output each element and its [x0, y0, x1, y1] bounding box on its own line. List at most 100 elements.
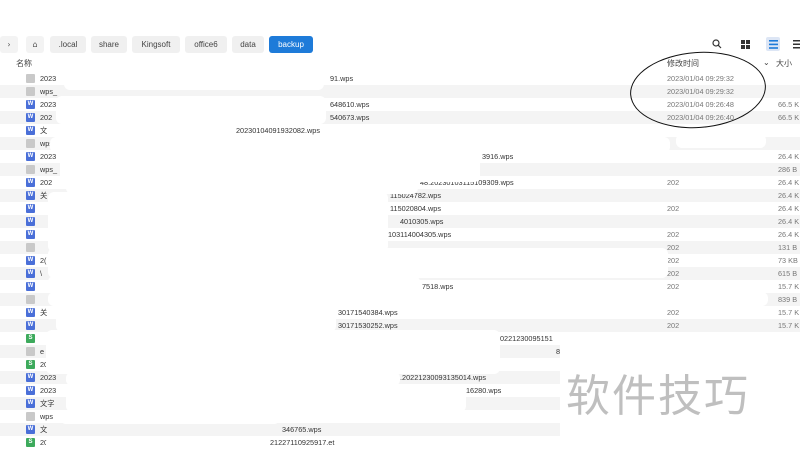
wps-document-icon: W: [26, 256, 35, 265]
modified-date: 202: [667, 204, 680, 213]
list-view-icon[interactable]: [766, 37, 780, 51]
file-size: 26.4 K: [778, 191, 800, 200]
wps-document-icon: W: [26, 204, 35, 213]
file-name-fragment: 346765.wps: [282, 425, 322, 434]
size-column-header[interactable]: 大小: [776, 58, 792, 69]
wps-document-icon: W: [26, 282, 35, 291]
file-name-fragment: 16280.wps: [466, 386, 502, 395]
file-icon: [26, 243, 35, 252]
wps-document-icon: W: [26, 425, 35, 434]
file-size: 66.5 K: [778, 100, 800, 109]
redaction: [64, 72, 324, 90]
file-name-fragment: 115020804.wps: [390, 204, 441, 213]
file-name: wps_: [40, 87, 58, 96]
file-name: 2(: [40, 256, 47, 265]
file-name: 文: [40, 126, 48, 135]
file-size: 15.7 K: [778, 321, 800, 330]
file-size: 131 B: [778, 243, 798, 252]
file-icon: [26, 295, 35, 304]
wps-document-icon: W: [26, 373, 35, 382]
wps-document-icon: W: [26, 321, 35, 330]
file-name-fragment: 0221230095151: [500, 334, 553, 343]
file-name: wps: [40, 412, 53, 421]
watermark-text: 软件技巧: [566, 371, 750, 422]
file-size: 15.7 K: [778, 308, 800, 317]
file-name: wps_: [40, 165, 58, 174]
home-icon[interactable]: ⌂: [26, 36, 44, 53]
file-size: 15.7 K: [778, 282, 800, 291]
modified-date: 202: [667, 269, 680, 278]
file-name: 关: [40, 308, 48, 317]
sort-chevron-icon[interactable]: ⌄: [763, 58, 770, 67]
menu-icon[interactable]: [790, 37, 800, 51]
modified-date: 202: [667, 321, 680, 330]
breadcrumb-share[interactable]: share: [91, 36, 127, 53]
redaction: [46, 330, 500, 374]
modified-date: 202: [667, 308, 680, 317]
redaction: [50, 137, 670, 153]
modified-date: 202: [667, 256, 680, 265]
file-name-fragment: 20230104091932082.wps: [236, 126, 320, 135]
spreadsheet-icon: S: [26, 360, 35, 369]
search-icon[interactable]: [710, 37, 724, 51]
spreadsheet-icon: S: [26, 438, 35, 447]
file-size: 26.4 K: [778, 152, 800, 161]
file-size: 615 B: [778, 269, 798, 278]
wps-document-icon: W: [26, 269, 35, 278]
wps-document-icon: W: [26, 100, 35, 109]
file-name: 关: [40, 191, 48, 200]
breadcrumb-office6[interactable]: office6: [185, 36, 227, 53]
file-name: e: [40, 347, 45, 356]
grid-view-icon[interactable]: [738, 37, 752, 51]
breadcrumb-local[interactable]: .local: [50, 36, 86, 53]
file-name-fragment: 540673.wps: [330, 113, 370, 122]
redaction: [46, 436, 270, 451]
file-name: 2023: [40, 100, 57, 109]
file-name-fragment: 21227110925917.et: [270, 438, 335, 447]
file-icon: [26, 165, 35, 174]
redaction: [56, 304, 336, 332]
redaction: [676, 134, 766, 148]
file-icon: [26, 87, 35, 96]
wps-document-icon: W: [26, 308, 35, 317]
file-icon: [26, 412, 35, 421]
wps-document-icon: W: [26, 230, 35, 239]
file-icon: [26, 74, 35, 83]
redaction: [56, 96, 326, 124]
file-name: 202: [40, 178, 53, 187]
breadcrumb-data[interactable]: data: [232, 36, 264, 53]
wps-document-icon: W: [26, 152, 35, 161]
wps-document-icon: W: [26, 191, 35, 200]
file-name: 2023: [40, 74, 57, 83]
wps-document-icon: W: [26, 399, 35, 408]
file-icon: [26, 139, 35, 148]
file-name: 2023: [40, 386, 57, 395]
file-size: 839 B: [778, 295, 798, 304]
modified-date: 202: [667, 178, 680, 187]
forward-button[interactable]: ›: [0, 36, 18, 53]
file-name: 文字: [40, 399, 55, 408]
name-column-header[interactable]: 名称: [16, 58, 32, 69]
wps-document-icon: W: [26, 386, 35, 395]
wps-document-icon: W: [26, 178, 35, 187]
file-size: 286 B: [778, 165, 798, 174]
file-size: 26.4 K: [778, 230, 800, 239]
file-name-fragment: 4010305.wps: [400, 217, 444, 226]
file-icon: [26, 347, 35, 356]
file-size: 26.4 K: [778, 217, 800, 226]
breadcrumb-kingsoft[interactable]: Kingsoft: [132, 36, 180, 53]
file-name-fragment: 648610.wps: [330, 100, 370, 109]
file-name: \: [40, 269, 43, 278]
file-name-fragment: 91.wps: [330, 74, 354, 83]
breadcrumb-backup[interactable]: backup: [269, 36, 313, 53]
redaction: [48, 192, 388, 252]
file-size: 66.5 K: [778, 113, 800, 122]
file-size: 73 KB: [778, 256, 798, 265]
file-name-fragment: 103114004305.wps: [388, 230, 452, 239]
modified-date: 202: [667, 243, 680, 252]
file-name: 202: [40, 113, 53, 122]
file-size: 26.4 K: [778, 204, 800, 213]
redaction: [52, 126, 232, 136]
redaction: [66, 384, 466, 412]
wps-document-icon: W: [26, 113, 35, 122]
